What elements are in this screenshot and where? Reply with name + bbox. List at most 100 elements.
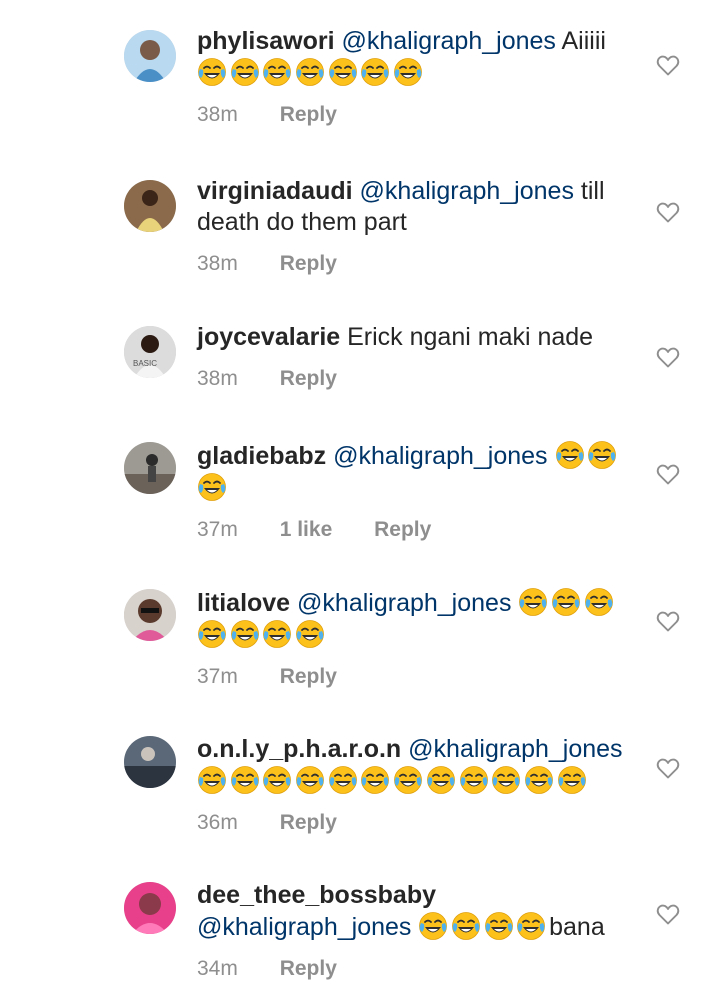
- comment-meta: 37m 1 like Reply: [197, 518, 637, 544]
- like-heart-icon[interactable]: [656, 757, 680, 779]
- tears-of-joy-emoji-icon: [360, 57, 390, 87]
- like-heart-icon[interactable]: [656, 463, 680, 485]
- comment-username[interactable]: virginiadaudi: [197, 177, 353, 205]
- tears-of-joy-emoji-icon: [262, 57, 292, 87]
- tears-of-joy-emoji-icon: [587, 440, 617, 470]
- tears-of-joy-emoji-icon: [418, 911, 448, 941]
- like-heart-icon[interactable]: [656, 610, 680, 632]
- like-heart-icon[interactable]: [656, 903, 680, 925]
- tears-of-joy-emoji-icon: [451, 911, 481, 941]
- comment-text: litialove @khaligraph_jones: [197, 587, 637, 651]
- avatar[interactable]: [124, 442, 176, 494]
- emoji-group: [197, 57, 426, 87]
- tears-of-joy-emoji-icon: [360, 765, 390, 795]
- tears-of-joy-emoji-icon: [459, 765, 489, 795]
- tears-of-joy-emoji-icon: [295, 765, 325, 795]
- comment-message: Aiiiii: [561, 27, 606, 55]
- reply-button[interactable]: Reply: [280, 252, 337, 275]
- comment-text: dee_thee_bossbaby @khaligraph_jones bana: [197, 880, 637, 943]
- reply-button[interactable]: Reply: [280, 103, 337, 126]
- emoji-group: [555, 440, 620, 470]
- tears-of-joy-emoji-icon: [555, 440, 585, 470]
- tears-of-joy-emoji-icon: [393, 765, 423, 795]
- tears-of-joy-emoji-icon: [262, 619, 292, 649]
- tears-of-joy-emoji-icon: [426, 765, 456, 795]
- tears-of-joy-emoji-icon: [584, 587, 614, 617]
- svg-text:BASIC: BASIC: [133, 359, 157, 368]
- tears-of-joy-emoji-icon: [230, 57, 260, 87]
- reply-button[interactable]: Reply: [280, 811, 337, 834]
- comment-meta: 37m Reply: [197, 665, 637, 691]
- avatar[interactable]: [124, 180, 176, 232]
- tears-of-joy-emoji-icon: [557, 765, 587, 795]
- emoji-group: [197, 619, 328, 649]
- comment-username[interactable]: joycevalarie: [197, 323, 340, 351]
- avatar[interactable]: [124, 30, 176, 82]
- comment-message: bana: [549, 913, 605, 941]
- avatar[interactable]: [124, 736, 176, 788]
- avatar[interactable]: BASIC: [124, 326, 176, 378]
- emoji-group: [197, 472, 230, 502]
- tears-of-joy-emoji-icon: [230, 619, 260, 649]
- comment-username[interactable]: gladiebabz: [197, 442, 326, 470]
- comment-time: 36m: [197, 811, 238, 834]
- comment-meta: 34m Reply: [197, 957, 637, 983]
- tears-of-joy-emoji-icon: [491, 765, 521, 795]
- comment-meta: 38m Reply: [197, 103, 637, 129]
- tears-of-joy-emoji-icon: [295, 619, 325, 649]
- tears-of-joy-emoji-icon: [484, 911, 514, 941]
- tears-of-joy-emoji-icon: [328, 57, 358, 87]
- comment-mention[interactable]: @khaligraph_jones: [197, 913, 411, 941]
- comment-meta: 38m Reply: [197, 252, 637, 278]
- tears-of-joy-emoji-icon: [197, 619, 227, 649]
- emoji-group: [197, 765, 589, 795]
- tears-of-joy-emoji-icon: [524, 765, 554, 795]
- emoji-group: [518, 587, 616, 617]
- comment-text: gladiebabz @khaligraph_jones: [197, 440, 637, 504]
- avatar[interactable]: [124, 882, 176, 934]
- comment-username[interactable]: phylisawori: [197, 27, 335, 55]
- comment-meta: 36m Reply: [197, 811, 637, 837]
- comment-time: 38m: [197, 252, 238, 275]
- comment-username[interactable]: o.n.l.y_p.h.a.r.o.n: [197, 735, 401, 763]
- comment-time: 37m: [197, 518, 238, 541]
- tears-of-joy-emoji-icon: [197, 765, 227, 795]
- comment-text: joycevalarie Erick ngani maki nade: [197, 322, 637, 353]
- tears-of-joy-emoji-icon: [516, 911, 546, 941]
- like-heart-icon[interactable]: [656, 201, 680, 223]
- tears-of-joy-emoji-icon: [518, 587, 548, 617]
- avatar[interactable]: [124, 589, 176, 641]
- comment-mention[interactable]: @khaligraph_jones: [408, 735, 622, 763]
- comment-mention[interactable]: @khaligraph_jones: [342, 27, 556, 55]
- likes-count[interactable]: 1 like: [280, 518, 333, 541]
- tears-of-joy-emoji-icon: [197, 472, 227, 502]
- comment-username[interactable]: dee_thee_bossbaby: [197, 881, 436, 909]
- comment-text: o.n.l.y_p.h.a.r.o.n @khaligraph_jones: [197, 734, 637, 797]
- tears-of-joy-emoji-icon: [230, 765, 260, 795]
- reply-button[interactable]: Reply: [280, 367, 337, 390]
- tears-of-joy-emoji-icon: [393, 57, 423, 87]
- comment-time: 38m: [197, 367, 238, 390]
- comment-mention[interactable]: @khaligraph_jones: [297, 589, 511, 617]
- tears-of-joy-emoji-icon: [197, 57, 227, 87]
- comment-username[interactable]: litialove: [197, 589, 290, 617]
- emoji-group: [418, 911, 549, 941]
- like-heart-icon[interactable]: [656, 346, 680, 368]
- like-heart-icon[interactable]: [656, 54, 680, 76]
- tears-of-joy-emoji-icon: [295, 57, 325, 87]
- tears-of-joy-emoji-icon: [262, 765, 292, 795]
- comment-time: 34m: [197, 957, 238, 980]
- comment-mention[interactable]: @khaligraph_jones: [333, 442, 547, 470]
- comment-text: phylisawori @khaligraph_jones Aiiiii: [197, 26, 637, 89]
- reply-button[interactable]: Reply: [280, 957, 337, 980]
- reply-button[interactable]: Reply: [374, 518, 431, 541]
- tears-of-joy-emoji-icon: [328, 765, 358, 795]
- comment-text: virginiadaudi @khaligraph_jones till dea…: [197, 176, 637, 238]
- comment-time: 37m: [197, 665, 238, 688]
- reply-button[interactable]: Reply: [280, 665, 337, 688]
- comment-time: 38m: [197, 103, 238, 126]
- comment-mention[interactable]: @khaligraph_jones: [360, 177, 574, 205]
- tears-of-joy-emoji-icon: [551, 587, 581, 617]
- comment-meta: 38m Reply: [197, 367, 637, 393]
- comment-message: Erick ngani maki nade: [347, 323, 594, 351]
